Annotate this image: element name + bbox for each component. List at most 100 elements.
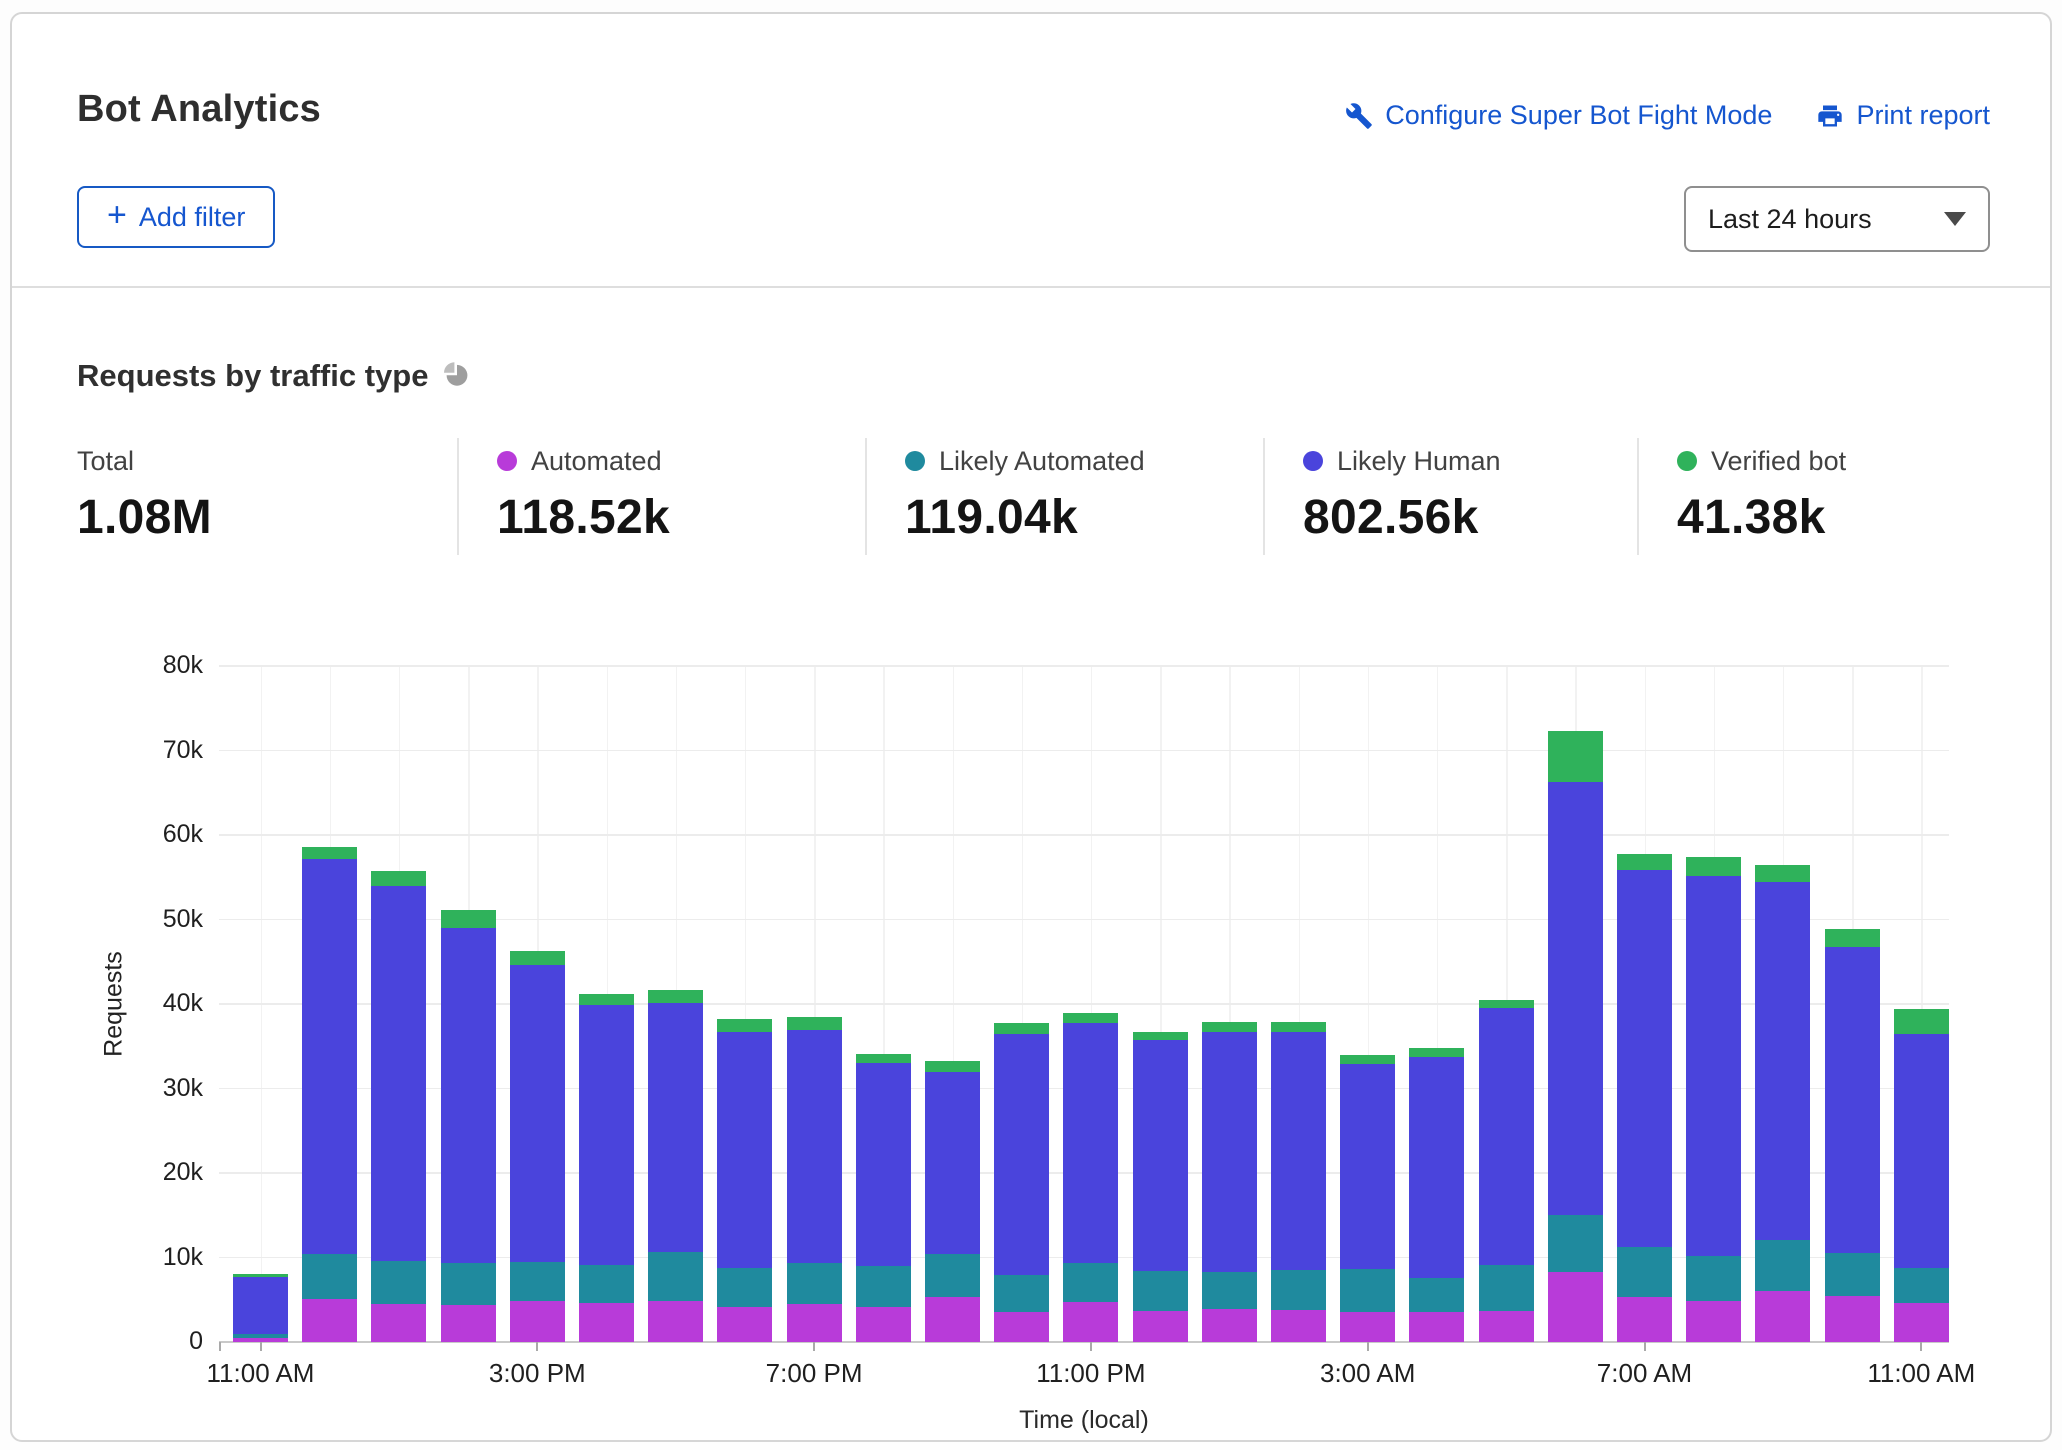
segment-likely-automated	[1202, 1272, 1257, 1309]
y-tick-label: 40k	[123, 989, 203, 1018]
segment-likely-human	[925, 1072, 980, 1255]
bar-5-00-pm[interactable]	[648, 990, 703, 1342]
segment-likely-automated	[1271, 1270, 1326, 1310]
segment-likely-human	[579, 1005, 634, 1265]
print-report-link[interactable]: Print report	[1816, 100, 1990, 131]
header-divider	[12, 286, 2050, 288]
stat-likely-automated[interactable]: Likely Automated 119.04k	[865, 438, 1263, 555]
bar-11-00-am[interactable]	[1894, 1009, 1949, 1342]
bar-7-00-am[interactable]	[1617, 854, 1672, 1342]
stat-likely-human[interactable]: Likely Human 802.56k	[1263, 438, 1637, 555]
segment-likely-automated	[1548, 1215, 1603, 1272]
segment-likely-automated	[1340, 1269, 1395, 1312]
x-tick-label: 11:00 AM	[1811, 1358, 2031, 1389]
bar-5-00-am[interactable]	[1479, 1000, 1534, 1342]
traffic-type-stats: Total 1.08M Automated 118.52k Likely Aut…	[77, 438, 2012, 555]
segment-automated	[1063, 1302, 1118, 1342]
segment-likely-human	[441, 928, 496, 1263]
segment-likely-human	[1409, 1057, 1464, 1278]
segment-likely-human	[1479, 1008, 1534, 1265]
bar-3-00-am[interactable]	[1340, 1055, 1395, 1342]
bar-4-00-pm[interactable]	[579, 994, 634, 1342]
segment-verified-bot	[1340, 1055, 1395, 1064]
x-axis-title: Time (local)	[934, 1406, 1234, 1435]
print-link-label: Print report	[1856, 100, 1990, 131]
bar-10-00-am[interactable]	[1825, 929, 1880, 1342]
bar-6-00-am[interactable]	[1548, 731, 1603, 1342]
chevron-down-icon	[1944, 212, 1966, 226]
segment-automated	[1617, 1297, 1672, 1342]
bar-10-00-pm[interactable]	[994, 1023, 1049, 1342]
stat-total: Total 1.08M	[77, 438, 457, 555]
segment-likely-human	[1617, 870, 1672, 1247]
segment-likely-automated	[302, 1254, 357, 1299]
segment-automated	[371, 1304, 426, 1342]
x-tick-label: 7:00 PM	[704, 1358, 924, 1389]
axis-origin-tick	[219, 1342, 221, 1351]
add-filter-label: Add filter	[139, 202, 246, 233]
segment-likely-human	[1825, 947, 1880, 1254]
automated-legend-dot	[497, 451, 517, 471]
bar-6-00-pm[interactable]	[717, 1019, 772, 1342]
bar-12-00-pm[interactable]	[302, 847, 357, 1342]
segment-verified-bot	[371, 871, 426, 885]
segment-likely-human	[302, 859, 357, 1254]
stat-automated[interactable]: Automated 118.52k	[457, 438, 865, 555]
segment-verified-bot	[1409, 1048, 1464, 1057]
segment-verified-bot	[994, 1023, 1049, 1033]
segment-automated	[856, 1307, 911, 1342]
segment-verified-bot	[579, 994, 634, 1005]
bar-2-00-pm[interactable]	[441, 910, 496, 1342]
segment-likely-automated	[925, 1254, 980, 1297]
segment-automated	[1479, 1311, 1534, 1342]
add-filter-button[interactable]: + Add filter	[77, 186, 275, 248]
segment-automated	[717, 1307, 772, 1342]
segment-likely-automated	[579, 1265, 634, 1303]
bar-1-00-am[interactable]	[1202, 1022, 1257, 1342]
segment-verified-bot	[1548, 731, 1603, 782]
bar-9-00-pm[interactable]	[925, 1061, 980, 1342]
segment-likely-automated	[717, 1268, 772, 1308]
bar-8-00-am[interactable]	[1686, 857, 1741, 1342]
segment-likely-human	[1755, 882, 1810, 1240]
stat-total-label: Total	[77, 446, 134, 477]
segment-likely-automated	[1479, 1265, 1534, 1311]
x-tick-label: 3:00 PM	[427, 1358, 647, 1389]
segment-likely-human	[856, 1063, 911, 1266]
segment-verified-bot	[1617, 854, 1672, 870]
bar-9-00-am[interactable]	[1755, 865, 1810, 1342]
configure-super-bot-fight-mode-link[interactable]: Configure Super Bot Fight Mode	[1345, 100, 1772, 131]
x-tick	[1090, 1342, 1092, 1351]
segment-automated	[1894, 1303, 1949, 1342]
stat-verified-bot[interactable]: Verified bot 41.38k	[1637, 438, 2007, 555]
section-title-row: Requests by traffic type	[77, 358, 470, 394]
bar-8-00-pm[interactable]	[856, 1054, 911, 1342]
likely-automated-legend-dot	[905, 451, 925, 471]
x-tick-label: 3:00 AM	[1258, 1358, 1478, 1389]
segment-likely-automated	[648, 1252, 703, 1301]
requests-by-traffic-type-chart: Requests Time (local) 010k20k30k40k50k60…	[219, 666, 1949, 1342]
y-tick-label: 30k	[123, 1074, 203, 1103]
segment-likely-human	[1548, 782, 1603, 1215]
y-tick-label: 60k	[123, 820, 203, 849]
segment-automated	[441, 1305, 496, 1342]
bar-12-00-am[interactable]	[1133, 1032, 1188, 1342]
bar-7-00-pm[interactable]	[787, 1017, 842, 1342]
bar-1-00-pm[interactable]	[371, 871, 426, 1342]
segment-likely-human	[1686, 876, 1741, 1256]
segment-likely-human	[1133, 1040, 1188, 1271]
segment-automated	[1686, 1301, 1741, 1342]
segment-likely-human	[1340, 1064, 1395, 1268]
segment-verified-bot	[1063, 1013, 1118, 1023]
bar-3-00-pm[interactable]	[510, 951, 565, 1342]
time-range-select[interactable]: Last 24 hours	[1684, 186, 1990, 252]
segment-likely-human	[787, 1030, 842, 1263]
segment-verified-bot	[1271, 1022, 1326, 1032]
bar-11-00-am[interactable]	[233, 1274, 288, 1342]
bar-11-00-pm[interactable]	[1063, 1013, 1118, 1342]
bar-2-00-am[interactable]	[1271, 1022, 1326, 1342]
bar-4-00-am[interactable]	[1409, 1048, 1464, 1342]
printer-icon	[1816, 102, 1844, 130]
segment-verified-bot	[1202, 1022, 1257, 1032]
segment-automated	[1755, 1291, 1810, 1342]
